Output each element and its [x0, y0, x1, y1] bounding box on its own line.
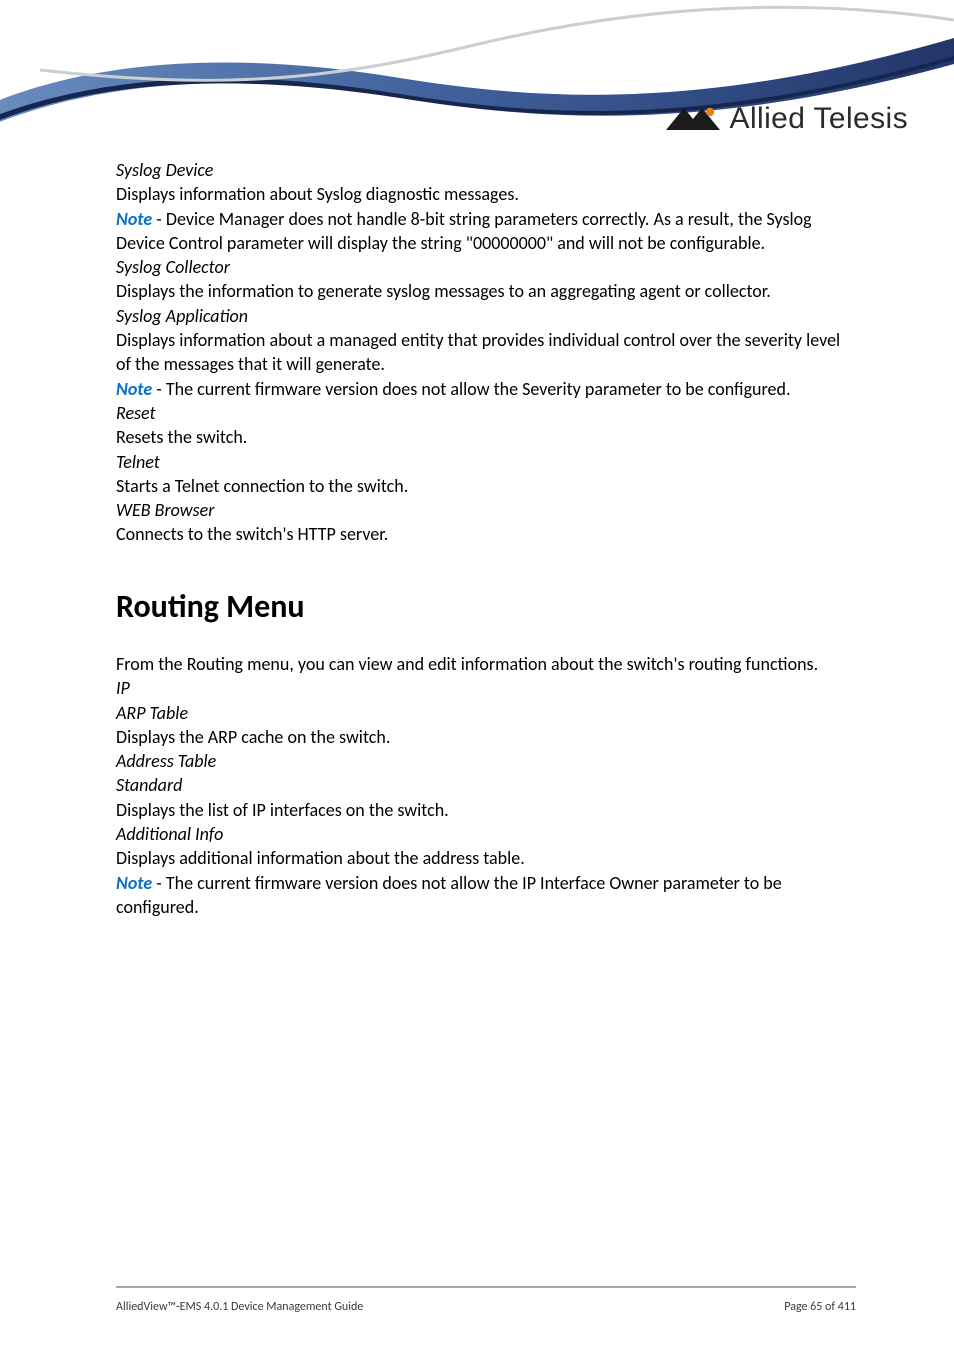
- page-footer: AlliedView™-EMS 4.0.1 Device Management …: [116, 1300, 856, 1314]
- syslog-application-note: Note - The current firmware version does…: [116, 377, 856, 401]
- brand-logo: Allied Telesis: [662, 102, 908, 136]
- address-table-heading: Address Table: [116, 749, 856, 773]
- address-table-standard-heading: Standard: [116, 773, 856, 797]
- footer-left: AlliedView™-EMS 4.0.1 Device Management …: [116, 1300, 363, 1314]
- note-text: - The current firmware version does not …: [152, 378, 790, 400]
- web-browser-heading: WEB Browser: [116, 498, 856, 522]
- address-table-additional-heading: Additional Info: [116, 822, 856, 846]
- brand-logo-icon: [662, 104, 724, 134]
- address-table-additional-body: Displays additional information about th…: [116, 846, 856, 870]
- ip-heading: IP: [116, 676, 856, 700]
- note-label: Note: [116, 378, 152, 400]
- routing-intro: From the Routing menu, you can view and …: [116, 652, 856, 676]
- syslog-collector-heading: Syslog Collector: [116, 255, 856, 279]
- syslog-application-heading: Syslog Application: [116, 304, 856, 328]
- brand-logo-text: Allied Telesis: [730, 102, 908, 136]
- routing-menu-title: Routing Menu: [116, 585, 856, 628]
- footer-right: Page 65 of 411: [784, 1300, 856, 1314]
- page-content: Syslog Device Displays information about…: [116, 158, 856, 919]
- reset-heading: Reset: [116, 401, 856, 425]
- header-swoosh: [0, 0, 954, 170]
- arp-table-body: Displays the ARP cache on the switch.: [116, 725, 856, 749]
- note-label: Note: [116, 208, 152, 230]
- web-browser-body: Connects to the switch's HTTP server.: [116, 522, 856, 546]
- note-text: - The current firmware version does not …: [116, 872, 782, 918]
- telnet-heading: Telnet: [116, 450, 856, 474]
- telnet-body: Starts a Telnet connection to the switch…: [116, 474, 856, 498]
- syslog-device-body: Displays information about Syslog diagno…: [116, 182, 856, 206]
- page: Allied Telesis Syslog Device Displays in…: [0, 0, 954, 1350]
- note-text: - Device Manager does not handle 8-bit s…: [116, 208, 812, 254]
- syslog-application-body: Displays information about a managed ent…: [116, 328, 856, 377]
- syslog-device-heading: Syslog Device: [116, 158, 856, 182]
- syslog-device-note: Note - Device Manager does not handle 8-…: [116, 207, 856, 256]
- address-table-standard-body: Displays the list of IP interfaces on th…: [116, 798, 856, 822]
- arp-table-heading: ARP Table: [116, 701, 856, 725]
- reset-body: Resets the switch.: [116, 425, 856, 449]
- note-label: Note: [116, 872, 152, 894]
- address-table-note: Note - The current firmware version does…: [116, 871, 856, 920]
- footer-separator: [116, 1286, 856, 1288]
- syslog-collector-body: Displays the information to generate sys…: [116, 279, 856, 303]
